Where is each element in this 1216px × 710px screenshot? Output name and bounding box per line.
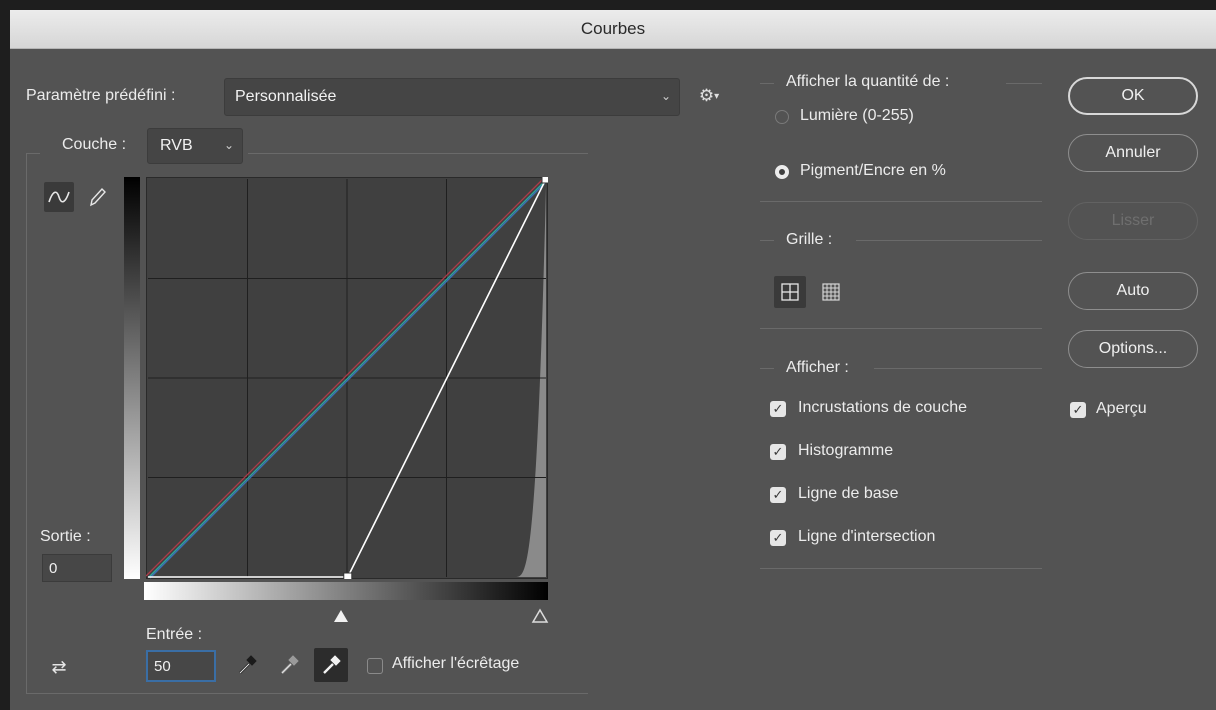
curve-control-point [343, 572, 353, 579]
cancel-button[interactable]: Annuler [1068, 134, 1198, 172]
white-point-slider-icon[interactable] [531, 608, 549, 624]
simple-grid-button[interactable] [774, 276, 806, 308]
detailed-grid-icon [822, 283, 840, 301]
curves-dialog: Courbes Paramètre prédéfini : Personnali… [10, 10, 1216, 710]
black-point-slider-icon[interactable] [332, 608, 350, 624]
baseline-label: Ligne de base [798, 485, 899, 502]
pencil-tool[interactable] [84, 182, 110, 212]
channel-overlays-checkbox[interactable]: ✓ [770, 401, 786, 417]
curves-graph[interactable] [146, 177, 548, 579]
grid-title: Grille : [786, 231, 833, 248]
gray-eyedropper-icon [281, 655, 299, 674]
preview-checkbox[interactable]: ✓ [1070, 402, 1086, 418]
preset-dropdown[interactable]: Personnalisée ⌄ [224, 78, 680, 116]
options-button[interactable]: Options... [1068, 330, 1198, 368]
curve-icon [48, 191, 70, 203]
histogram-label: Histogramme [798, 442, 894, 459]
pencil-icon [90, 187, 106, 207]
channel-value: RVB [160, 137, 193, 154]
white-eyedropper-icon [323, 655, 341, 674]
curve-control-point [541, 177, 548, 184]
output-gradient-bar [124, 177, 140, 579]
show-group-border [760, 568, 1042, 569]
channel-overlays-label: Incrustations de couche [798, 399, 967, 416]
targeted-adjustment-icon[interactable]: ⇄ [42, 654, 76, 680]
input-field[interactable]: 50 [146, 650, 216, 682]
chevron-down-icon: ⌄ [223, 138, 234, 152]
display-amount-group-border [760, 83, 774, 84]
show-group-border [874, 368, 1042, 369]
preset-value: Personnalisée [235, 88, 337, 105]
output-field[interactable]: 0 [42, 554, 112, 582]
black-eyedropper-button[interactable] [232, 650, 262, 680]
detailed-grid-button[interactable] [816, 276, 846, 308]
histogram-checkbox[interactable]: ✓ [770, 444, 786, 460]
baseline-checkbox[interactable]: ✓ [770, 487, 786, 503]
pigment-radio[interactable] [775, 165, 789, 179]
auto-button[interactable]: Auto [1068, 272, 1198, 310]
gray-eyedropper-button[interactable] [274, 650, 304, 680]
channel-group-border [26, 153, 40, 154]
clipping-label: Afficher l'écrêtage [392, 655, 520, 672]
output-label: Sortie : [40, 528, 91, 545]
channel-label: Couche : [62, 136, 127, 153]
preset-label: Paramètre prédéfini : [26, 87, 176, 104]
grid-group-border [856, 240, 1042, 241]
light-option-label: Lumière (0-255) [800, 107, 914, 124]
smooth-button[interactable]: Lisser [1068, 202, 1198, 240]
show-group-border [760, 368, 774, 369]
channel-group-border [26, 693, 588, 694]
window-title: Courbes [10, 10, 1216, 49]
light-radio[interactable] [775, 110, 789, 124]
channel-group-border [248, 153, 588, 154]
pigment-option-label: Pigment/Encre en % [800, 162, 946, 179]
input-gradient-bar [144, 582, 548, 600]
preview-label: Aperçu [1096, 400, 1147, 417]
chevron-down-icon: ⌄ [660, 89, 671, 103]
white-eyedropper-button[interactable] [314, 648, 348, 682]
gear-icon[interactable]: ⚙ ▾ [696, 86, 722, 106]
ok-button[interactable]: OK [1068, 77, 1198, 115]
display-amount-title: Afficher la quantité de : [786, 73, 950, 90]
simple-grid-icon [781, 283, 799, 301]
grid-group-border [760, 240, 774, 241]
black-eyedropper-icon [239, 655, 257, 674]
channel-group-border [26, 153, 27, 693]
curve-point-tool[interactable] [44, 182, 74, 212]
display-amount-group-border [1006, 83, 1042, 84]
channel-dropdown[interactable]: RVB ⌄ [147, 128, 243, 164]
show-title: Afficher : [786, 359, 849, 376]
intersection-line-label: Ligne d'intersection [798, 528, 936, 545]
clipping-checkbox[interactable] [367, 658, 383, 674]
input-label: Entrée : [146, 626, 203, 643]
grid-group-border [760, 328, 1042, 329]
intersection-line-checkbox[interactable]: ✓ [770, 530, 786, 546]
display-amount-group-border [760, 201, 1042, 202]
